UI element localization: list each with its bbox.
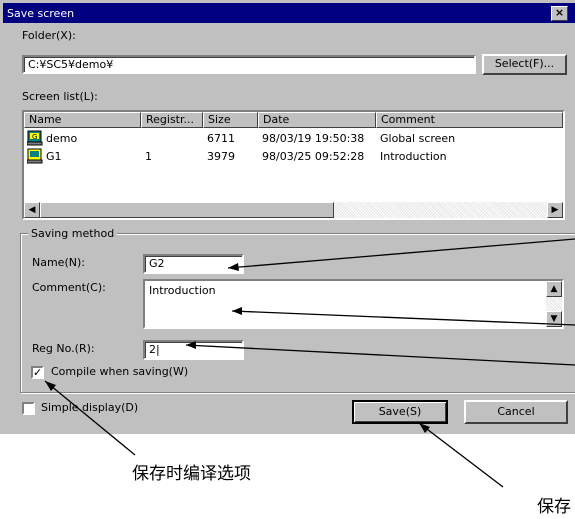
arrowhead-comment <box>232 307 242 315</box>
annotation-arrows <box>44 238 575 488</box>
arrow-to-save <box>418 422 504 488</box>
arrowhead-reg-no <box>186 341 196 349</box>
arrowhead-save <box>419 423 430 433</box>
arrow-to-comment <box>231 310 575 326</box>
arrow-to-name <box>227 238 575 269</box>
annotation-save: 保存 <box>537 497 571 517</box>
arrowhead-name <box>228 263 239 271</box>
annotation-compile-option: 保存时编译选项 <box>132 464 251 484</box>
arrow-to-compile <box>44 380 136 456</box>
arrow-to-reg-no <box>185 344 575 366</box>
